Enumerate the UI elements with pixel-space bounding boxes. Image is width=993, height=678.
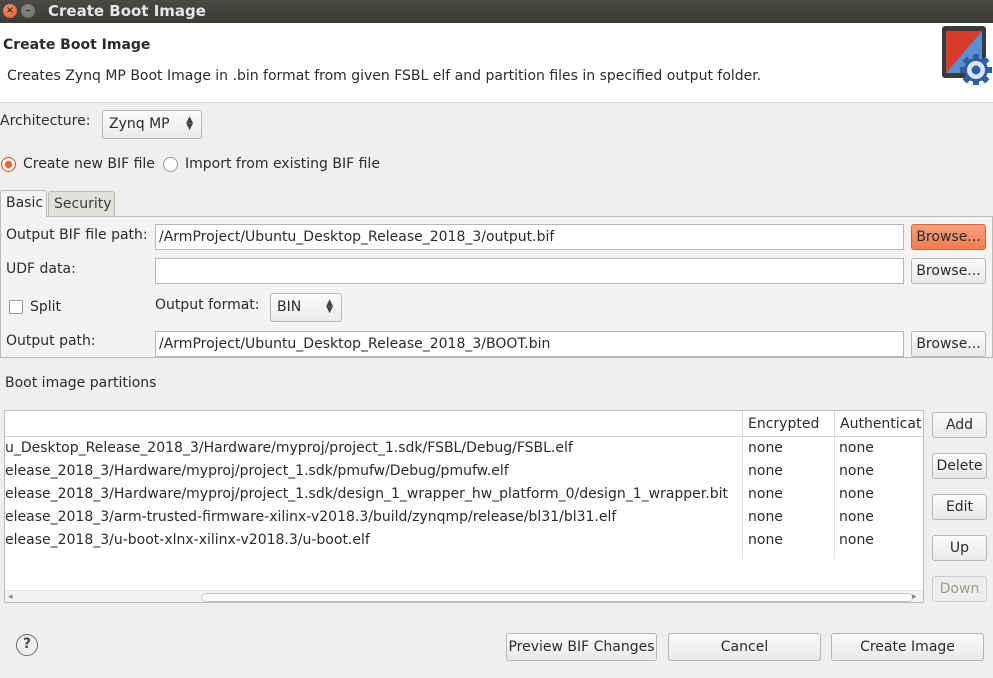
authenticated-cell: none	[839, 532, 874, 548]
horizontal-scrollbar[interactable]: ◂ ▸	[5, 590, 923, 602]
spin-arrows-icon: ▲ ▼	[186, 115, 193, 132]
partition-path-cell: elease_2018_3/u-boot-xlnx-xilinx-v2018.3…	[5, 532, 370, 548]
spin-arrows-icon: ▲ ▼	[326, 298, 333, 315]
output-path-field[interactable]: /ArmProject/Ubuntu_Desktop_Release_2018_…	[155, 331, 904, 357]
table-row[interactable]: elease_2018_3/Hardware/myproj/project_1.…	[5, 460, 923, 483]
scroll-left-icon[interactable]: ◂	[8, 591, 13, 602]
add-partition-button[interactable]: Add	[932, 412, 987, 438]
udf-data-label: UDF data:	[6, 261, 76, 277]
udf-data-field[interactable]	[155, 258, 904, 284]
cancel-button[interactable]: Cancel	[668, 633, 821, 661]
help-icon[interactable]: ?	[16, 634, 38, 656]
window-close-button[interactable]: ×	[3, 4, 17, 18]
table-row[interactable]: elease_2018_3/Hardware/myproj/project_1.…	[5, 483, 923, 506]
partitions-table[interactable]: Encrypted Authenticat u_Desktop_Release_…	[4, 410, 924, 603]
partition-path-cell: u_Desktop_Release_2018_3/Hardware/myproj…	[5, 440, 573, 456]
browse-udf-button[interactable]: Browse...	[911, 258, 986, 284]
partition-path-cell: elease_2018_3/Hardware/myproj/project_1.…	[5, 486, 728, 502]
scroll-right-icon[interactable]: ▸	[912, 591, 917, 602]
window-title: Create Boot Image	[48, 2, 206, 20]
dialog-title: Create Boot Image	[3, 37, 151, 53]
encrypted-cell: none	[748, 509, 783, 525]
delete-partition-button[interactable]: Delete	[932, 453, 987, 479]
authenticated-cell: none	[839, 440, 874, 456]
authenticated-cell: none	[839, 509, 874, 525]
authenticated-cell: none	[839, 486, 874, 502]
partitions-table-header: Encrypted Authenticat	[5, 411, 923, 437]
split-checkbox[interactable]	[9, 300, 23, 314]
import-bif-label[interactable]: Import from existing BIF file	[185, 156, 380, 172]
table-row[interactable]: u_Desktop_Release_2018_3/Hardware/myproj…	[5, 437, 923, 460]
output-bif-label: Output BIF file path:	[6, 227, 148, 243]
browse-bif-button[interactable]: Browse...	[911, 224, 986, 250]
encrypted-cell: none	[748, 440, 783, 456]
partition-path-cell: elease_2018_3/arm-trusted-firmware-xilin…	[5, 509, 617, 525]
architecture-label: Architecture:	[0, 113, 91, 129]
architecture-value: Zynq MP	[109, 116, 170, 132]
browse-output-button[interactable]: Browse...	[911, 331, 986, 357]
split-label[interactable]: Split	[30, 299, 61, 315]
architecture-select[interactable]: Zynq MP ▲ ▼	[102, 110, 202, 139]
encrypted-cell: none	[748, 486, 783, 502]
column-header-authenticated[interactable]: Authenticat	[834, 411, 923, 437]
authenticated-cell: none	[839, 463, 874, 479]
close-icon: ×	[5, 5, 15, 16]
boot-image-gear-icon	[942, 26, 992, 85]
output-bif-field[interactable]: /ArmProject/Ubuntu_Desktop_Release_2018_…	[155, 224, 904, 250]
column-header-encrypted[interactable]: Encrypted	[742, 411, 834, 437]
tab-basic[interactable]: Basic	[0, 190, 47, 217]
move-down-button[interactable]: Down	[932, 576, 987, 602]
edit-partition-button[interactable]: Edit	[932, 494, 987, 520]
dialog-description: Creates Zynq MP Boot Image in .bin forma…	[7, 68, 762, 84]
encrypted-cell: none	[748, 463, 783, 479]
table-row[interactable]: elease_2018_3/arm-trusted-firmware-xilin…	[5, 506, 923, 529]
import-bif-radio[interactable]	[163, 157, 178, 172]
dialog-header: Create Boot Image Creates Zynq MP Boot I…	[0, 23, 993, 103]
minimize-icon: –	[25, 5, 31, 16]
output-format-value: BIN	[277, 299, 302, 315]
output-format-select[interactable]: BIN ▲ ▼	[270, 293, 342, 322]
output-format-label: Output format:	[155, 297, 260, 313]
partitions-section-label: Boot image partitions	[5, 375, 157, 391]
tab-security[interactable]: Security	[48, 191, 115, 217]
window-titlebar: × – Create Boot Image	[0, 0, 993, 23]
create-image-button[interactable]: Create Image	[831, 633, 984, 661]
encrypted-cell: none	[748, 532, 783, 548]
partition-path-cell: elease_2018_3/Hardware/myproj/project_1.…	[5, 463, 509, 479]
create-bif-radio[interactable]	[1, 157, 16, 172]
output-path-label: Output path:	[6, 333, 96, 349]
move-up-button[interactable]: Up	[932, 535, 987, 561]
column-header-path[interactable]	[5, 411, 743, 437]
create-bif-label[interactable]: Create new BIF file	[23, 156, 155, 172]
scrollbar-thumb[interactable]	[201, 593, 913, 602]
preview-bif-button[interactable]: Preview BIF Changes	[506, 633, 657, 661]
window-minimize-button[interactable]: –	[21, 4, 35, 18]
table-row[interactable]: elease_2018_3/u-boot-xlnx-xilinx-v2018.3…	[5, 529, 923, 552]
